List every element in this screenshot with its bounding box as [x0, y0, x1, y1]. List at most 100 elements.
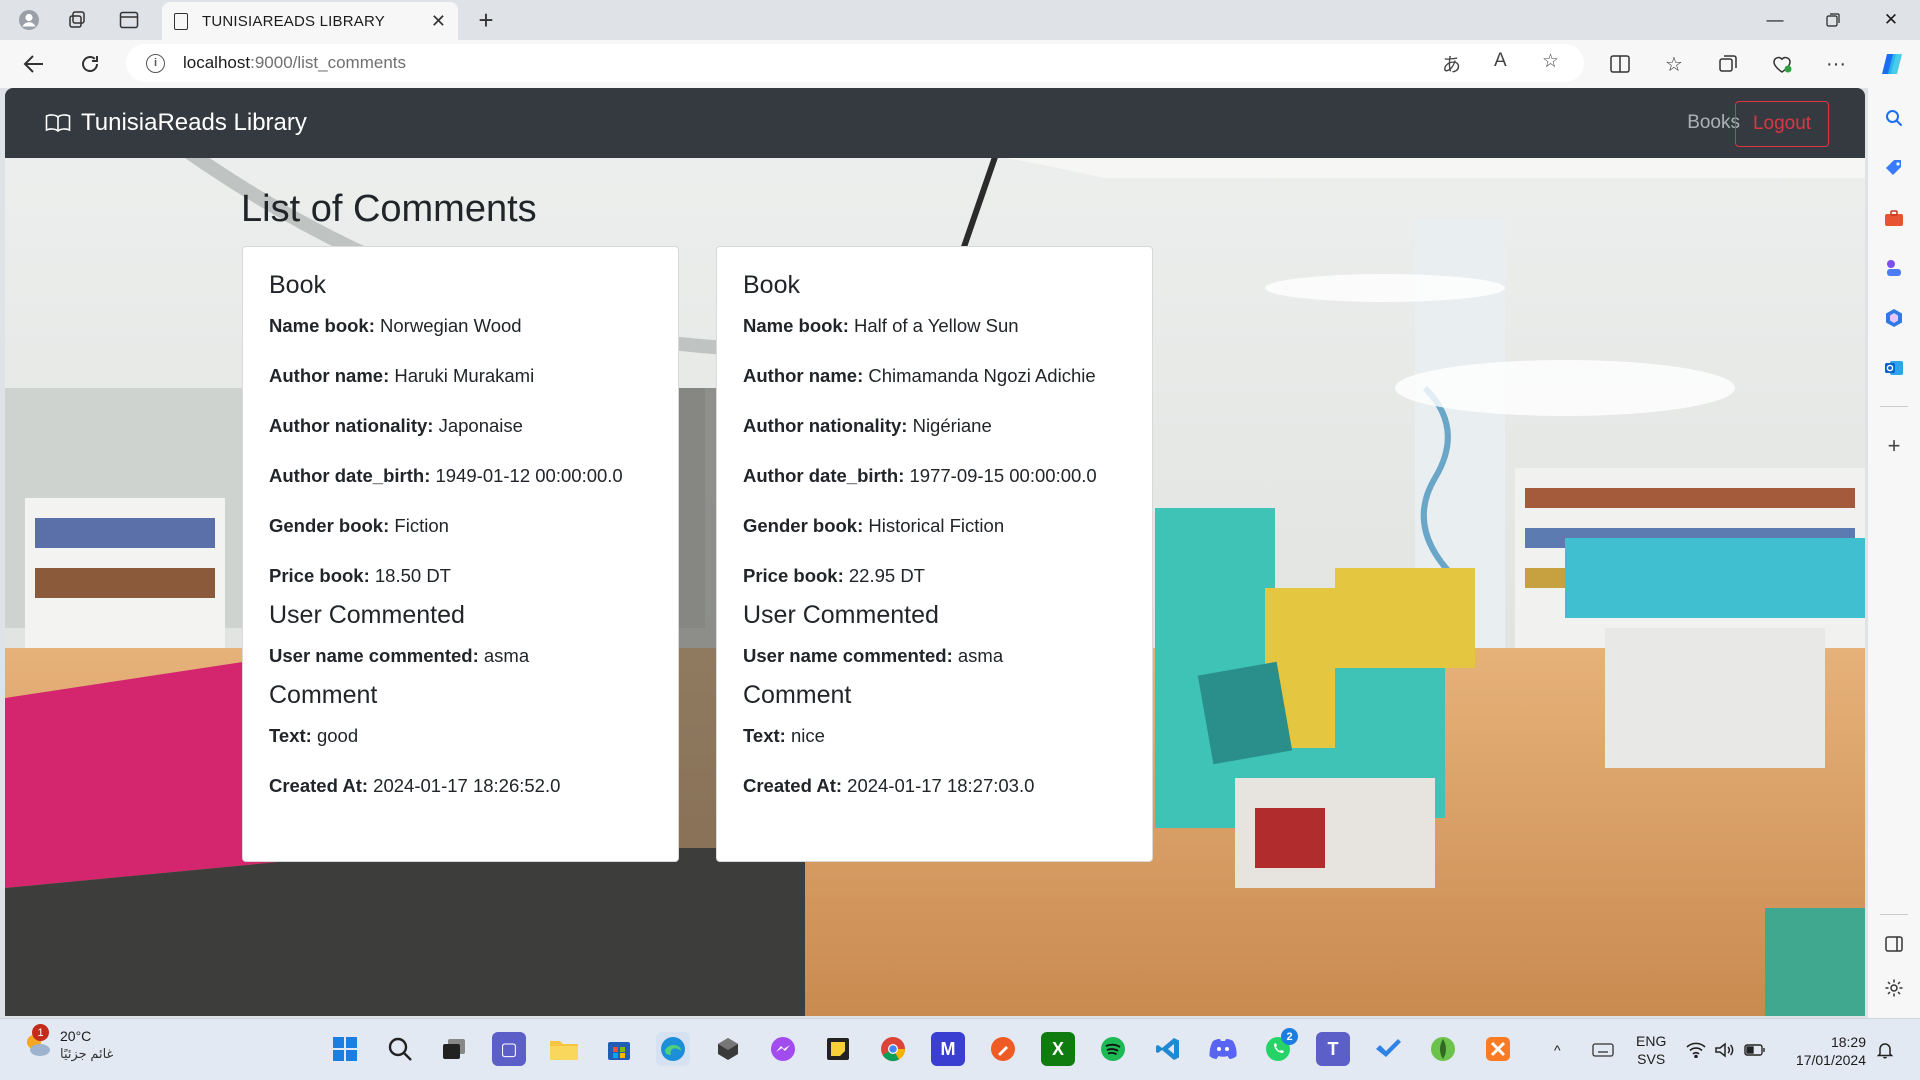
- xampp-icon[interactable]: [1481, 1032, 1515, 1066]
- messenger-icon[interactable]: [766, 1032, 800, 1066]
- hide-sidebar-icon[interactable]: [1878, 928, 1910, 960]
- clock-date: 17/01/2024: [1795, 1052, 1866, 1068]
- tab-title: TUNISIAREADS LIBRARY: [202, 12, 385, 30]
- search-icon[interactable]: [1878, 102, 1910, 134]
- page-title: List of Comments: [241, 188, 537, 230]
- sticky-notes-icon[interactable]: [821, 1032, 855, 1066]
- clock-time: 18:29: [1830, 1034, 1866, 1050]
- name-book-row: Name book: Norwegian Wood: [269, 315, 522, 336]
- teams-icon[interactable]: T: [1316, 1032, 1350, 1066]
- start-windows-icon[interactable]: [328, 1032, 362, 1066]
- user-name-row: User name commented: asma: [743, 645, 1004, 666]
- whatsapp-icon[interactable]: 2: [1261, 1028, 1298, 1066]
- favorite-star-icon[interactable]: ☆: [1542, 50, 1559, 73]
- teams-chat-icon[interactable]: ▢: [492, 1032, 526, 1066]
- user-name-value: asma: [957, 645, 1004, 666]
- address-bar[interactable]: i localhost:9000/list_comments: [126, 44, 1584, 82]
- copilot-icon[interactable]: [1876, 48, 1908, 80]
- spotify-icon[interactable]: [1096, 1032, 1130, 1066]
- chrome-icon[interactable]: [876, 1032, 910, 1066]
- mongodb-compass-icon[interactable]: [1426, 1032, 1460, 1066]
- comment-text-value: nice: [790, 725, 825, 746]
- cube-app-icon[interactable]: [711, 1032, 745, 1066]
- microsoft-store-icon[interactable]: [602, 1032, 636, 1066]
- read-aloud-icon[interactable]: A: [1494, 50, 1507, 72]
- weather-badge: 1: [32, 1024, 49, 1041]
- logout-button[interactable]: Logout: [1735, 101, 1829, 147]
- created-at-value: 2024-01-17 18:26:52.0: [373, 775, 561, 796]
- name-book-row: Name book: Half of a Yellow Sun: [743, 315, 1019, 336]
- battery-icon[interactable]: [1744, 1019, 1766, 1080]
- brand-link[interactable]: TunisiaReads Library: [45, 88, 307, 158]
- close-tab-icon[interactable]: ✕: [431, 11, 446, 32]
- url-host: localhost: [183, 53, 251, 72]
- todo-check-icon[interactable]: [1371, 1032, 1405, 1066]
- wifi-icon[interactable]: [1686, 1019, 1706, 1080]
- task-view-icon[interactable]: [437, 1032, 471, 1066]
- brand-text: TunisiaReads Library: [81, 109, 307, 136]
- add-sidebar-app-icon[interactable]: +: [1878, 430, 1910, 462]
- vertical-tabs-icon[interactable]: [106, 0, 152, 40]
- workspaces-icon[interactable]: [54, 0, 100, 40]
- author-date-birth-row: Author date_birth: 1977-09-15 00:00:00.0: [743, 465, 1097, 486]
- book-section-heading: Book: [269, 271, 326, 299]
- vscode-icon[interactable]: [1151, 1032, 1185, 1066]
- favorites-icon[interactable]: ☆: [1658, 48, 1690, 80]
- volume-icon[interactable]: [1714, 1019, 1734, 1080]
- weather-temperature: 20°C: [60, 1028, 92, 1044]
- author-date-birth-row: Author date_birth: 1949-01-12 00:00:00.0: [269, 465, 623, 486]
- more-menu-icon[interactable]: ···: [1820, 48, 1852, 80]
- browser-essentials-icon[interactable]: [1766, 48, 1798, 80]
- refresh-icon[interactable]: [72, 46, 108, 82]
- author-nationality-row: Author nationality: Japonaise: [269, 415, 523, 436]
- show-hidden-icons-chevron-icon[interactable]: ^: [1554, 1019, 1561, 1080]
- web-page: TunisiaReads Library Books Logout List o…: [5, 88, 1865, 1016]
- price-book-row: Price book: 18.50 DT: [269, 565, 451, 586]
- weather-condition: غائم جزئيًا: [60, 1046, 114, 1061]
- postman-icon[interactable]: [986, 1032, 1020, 1066]
- sidebar-divider: [1880, 914, 1908, 915]
- sidebar-divider: [1880, 406, 1908, 407]
- minimize-button[interactable]: —: [1746, 0, 1804, 40]
- edge-browser-icon[interactable]: [656, 1032, 690, 1066]
- whatsapp-badge: 2: [1281, 1028, 1298, 1045]
- book-section-heading: Book: [743, 271, 800, 299]
- system-clock[interactable]: 18:29 17/01/2024: [1796, 1033, 1866, 1069]
- keyboard-layout-code: SVS: [1637, 1051, 1666, 1067]
- code-editor-icon[interactable]: M: [931, 1032, 965, 1066]
- discord-icon[interactable]: [1206, 1032, 1240, 1066]
- user-name-value: asma: [483, 645, 530, 666]
- restore-button[interactable]: [1804, 0, 1862, 40]
- site-info-icon[interactable]: i: [146, 53, 165, 73]
- created-at-value: 2024-01-17 18:27:03.0: [847, 775, 1035, 796]
- back-arrow-icon[interactable]: [16, 46, 52, 82]
- author-name-row: Author name: Haruki Murakami: [269, 365, 535, 386]
- new-tab-button[interactable]: +: [468, 2, 504, 38]
- close-window-button[interactable]: ✕: [1862, 0, 1920, 40]
- name-book-value: Half of a Yellow Sun: [854, 315, 1019, 336]
- language-indicator[interactable]: ENG SVS: [1636, 1019, 1666, 1080]
- comment-section-heading: Comment: [743, 681, 852, 709]
- author-name-value: Chimamanda Ngozi Adichie: [868, 365, 1096, 386]
- tools-briefcase-icon[interactable]: [1878, 202, 1910, 234]
- outlook-icon[interactable]: [1878, 352, 1910, 384]
- taskbar-search-icon[interactable]: [383, 1032, 417, 1066]
- translate-icon[interactable]: あ: [1442, 50, 1461, 77]
- file-explorer-icon[interactable]: [547, 1032, 581, 1066]
- nav-link-books[interactable]: Books: [1687, 88, 1740, 158]
- xbox-icon[interactable]: X: [1041, 1032, 1075, 1066]
- browser-tab-active[interactable]: TUNISIAREADS LIBRARY ✕: [162, 2, 458, 40]
- notifications-bell-icon[interactable]: [1876, 1019, 1894, 1080]
- weather-widget[interactable]: 1 20°C غائم جزئيًا: [22, 1024, 114, 1063]
- name-book-value: Norwegian Wood: [380, 315, 522, 336]
- microsoft-365-icon[interactable]: [1878, 302, 1910, 334]
- user-section-heading: User Commented: [269, 601, 465, 629]
- shopping-tag-icon[interactable]: [1878, 152, 1910, 184]
- keyboard-icon[interactable]: [1592, 1019, 1614, 1080]
- games-icon[interactable]: [1878, 252, 1910, 284]
- collections-icon[interactable]: [1712, 48, 1744, 80]
- split-screen-icon[interactable]: [1604, 48, 1636, 80]
- sidebar-settings-gear-icon[interactable]: [1878, 972, 1910, 1004]
- comment-section-heading: Comment: [269, 681, 378, 709]
- profile-icon[interactable]: [6, 0, 52, 40]
